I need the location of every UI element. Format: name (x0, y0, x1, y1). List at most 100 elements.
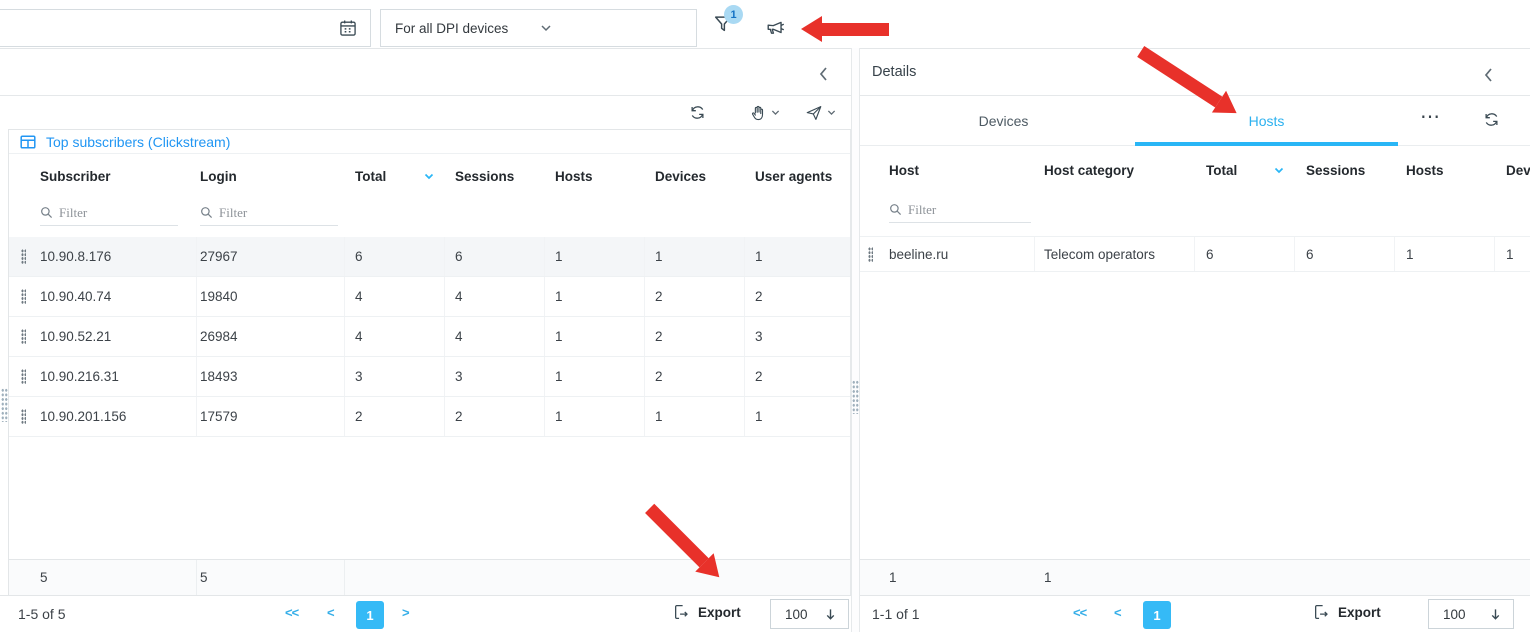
next-page-button[interactable]: > (402, 605, 409, 620)
col-header-subscriber[interactable]: Subscriber (37, 154, 197, 198)
search-icon (889, 203, 902, 216)
subscribers-totals-row: 5 5 (9, 559, 850, 595)
app-window: For all DPI devices 1 (0, 0, 1530, 632)
dpi-device-select[interactable]: For all DPI devices (380, 9, 697, 47)
tab-devices[interactable]: Devices (872, 96, 1135, 145)
filter-button[interactable]: 1 (712, 13, 734, 35)
search-icon (200, 206, 213, 219)
hosts-pager: 1-1 of 1 << < 1 Export 100 (860, 595, 1530, 632)
drag-handle-icon[interactable] (21, 289, 26, 304)
chevron-down-icon (539, 21, 683, 35)
table-row[interactable]: beeline.ru Telecom operators 6 6 1 1 (860, 236, 1530, 272)
sort-desc-icon (423, 170, 435, 182)
refresh-icon (688, 103, 707, 122)
subscribers-table-header: Subscriber Login Total Sessions Hosts De… (9, 154, 850, 198)
drag-handle-icon[interactable] (21, 409, 26, 424)
subscribers-pager: 1-5 of 5 << < 1 > Export 100 (0, 595, 851, 632)
export-label: Export (698, 605, 741, 620)
col-header-host-category[interactable]: Host category (1035, 146, 1195, 194)
details-refresh-button[interactable] (1482, 110, 1501, 129)
chevron-down-icon (770, 107, 781, 118)
totals-subscriber-count: 5 (37, 560, 197, 595)
megaphone-icon (764, 16, 788, 38)
panel-resize-divider[interactable] (851, 48, 860, 632)
chevron-left-icon (1482, 67, 1496, 83)
prev-page-button[interactable]: < (327, 605, 334, 620)
hand-icon (749, 104, 767, 122)
drag-handle-icon[interactable] (21, 369, 26, 384)
table-row[interactable]: 10.90.216.31 18493 3 3 1 2 2 (9, 357, 850, 397)
table-row[interactable]: 10.90.201.156 17579 2 2 1 1 1 (9, 397, 850, 437)
subscribers-filter-row (9, 198, 850, 237)
details-title: Details (872, 64, 916, 80)
paper-plane-icon (805, 104, 823, 122)
clear-menu-button[interactable] (805, 104, 837, 122)
col-header-devices[interactable]: Devices (1495, 146, 1530, 194)
page-size-select[interactable]: 100 (770, 599, 849, 629)
announce-button[interactable] (764, 16, 788, 38)
details-tabs: Devices Hosts ⋯ (860, 96, 1530, 146)
divider-drag-handle[interactable] (852, 380, 859, 414)
table-title-bar: Top subscribers (Clickstream) (9, 130, 850, 154)
collapse-details-panel-button[interactable] (1480, 65, 1498, 85)
left-edge-drag-handle[interactable] (1, 388, 8, 422)
calendar-icon (338, 18, 358, 38)
col-header-devices[interactable]: Devices (645, 154, 745, 198)
refresh-button[interactable] (688, 103, 707, 122)
drag-handle-icon[interactable] (21, 249, 26, 264)
table-row[interactable]: 10.90.52.21 26984 4 4 1 2 3 (9, 317, 850, 357)
details-panel-header: Details (860, 49, 1530, 96)
export-icon (1312, 603, 1329, 621)
pan-menu-button[interactable] (749, 104, 781, 122)
totals-host-count: 1 (880, 560, 1035, 595)
table-row[interactable]: 10.90.8.176 27967 6 6 1 1 1 (9, 237, 850, 277)
drag-handle-icon[interactable] (21, 329, 26, 344)
drag-handle-icon[interactable] (868, 247, 873, 262)
left-panel-header (0, 49, 851, 96)
left-panel-toolbar (0, 96, 851, 129)
export-label: Export (1338, 605, 1381, 620)
login-filter-input[interactable] (219, 205, 319, 221)
tab-hosts[interactable]: Hosts (1135, 96, 1398, 145)
col-header-hosts[interactable]: Hosts (545, 154, 645, 198)
hosts-table-header: Host Host category Total Sessions Hosts … (860, 146, 1530, 194)
col-header-sessions[interactable]: Sessions (445, 154, 545, 198)
dpi-device-select-value: For all DPI devices (395, 21, 539, 36)
subscriber-filter-input[interactable] (59, 205, 159, 221)
col-header-login[interactable]: Login (197, 154, 345, 198)
first-page-button[interactable]: << (285, 605, 298, 620)
page-1-button[interactable]: 1 (1143, 601, 1171, 629)
hosts-filter-row (860, 194, 1530, 236)
collapse-left-panel-button[interactable] (815, 64, 833, 84)
col-header-total[interactable]: Total (1195, 146, 1295, 194)
more-options-button[interactable]: ⋯ (1420, 104, 1441, 129)
page-range-label: 1-5 of 5 (18, 606, 65, 622)
table-title-link[interactable]: Top subscribers (Clickstream) (46, 134, 230, 150)
first-page-button[interactable]: << (1073, 605, 1086, 620)
subscribers-panel: Top subscribers (Clickstream) Subscriber… (0, 48, 851, 632)
col-header-sessions[interactable]: Sessions (1295, 146, 1395, 194)
refresh-icon (1482, 110, 1501, 129)
col-header-host[interactable]: Host (880, 146, 1035, 194)
topbar: For all DPI devices 1 (0, 0, 1530, 48)
totals-login-count: 5 (197, 560, 345, 595)
export-button[interactable]: Export (1312, 603, 1381, 621)
prev-page-button[interactable]: < (1114, 605, 1121, 620)
table-grid-icon (20, 134, 36, 150)
date-range-input[interactable] (0, 9, 371, 47)
export-button[interactable]: Export (672, 603, 741, 621)
sort-desc-icon (1273, 164, 1285, 176)
col-header-user-agents[interactable]: User agents (745, 154, 850, 198)
col-header-hosts[interactable]: Hosts (1395, 146, 1495, 194)
hosts-totals-row: 1 1 (860, 559, 1530, 595)
totals-category-count: 1 (1035, 560, 1195, 595)
host-filter-input[interactable] (908, 202, 1008, 218)
col-header-total[interactable]: Total (345, 154, 445, 198)
page-1-button[interactable]: 1 (356, 601, 384, 629)
table-row[interactable]: 10.90.40.74 19840 4 4 1 2 2 (9, 277, 850, 317)
page-size-value: 100 (785, 607, 808, 622)
page-size-select[interactable]: 100 (1428, 599, 1514, 629)
page-range-label: 1-1 of 1 (872, 606, 919, 622)
search-icon (40, 206, 53, 219)
page-size-value: 100 (1443, 607, 1466, 622)
